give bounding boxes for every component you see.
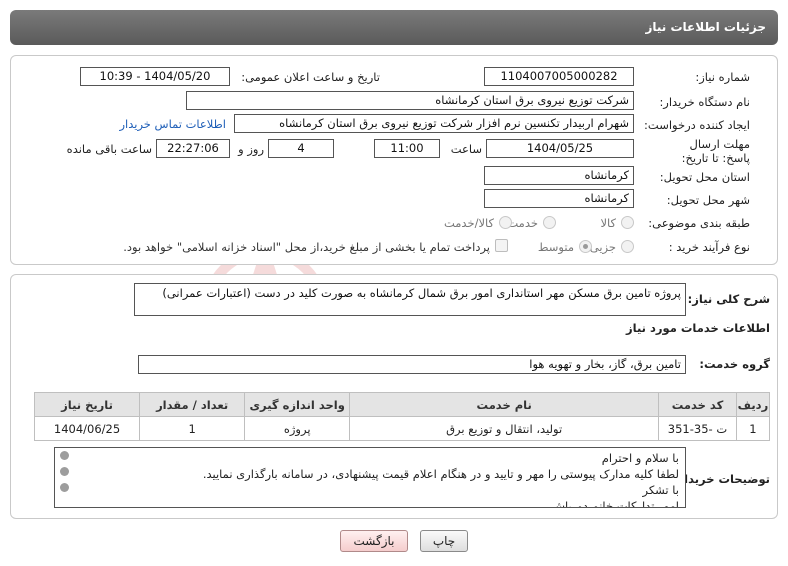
buyer-org-field: شرکت توزیع نیروی برق استان کرمانشاه — [186, 91, 634, 110]
col-unit: واحد اندازه گیری — [244, 392, 351, 417]
requester-field: شهرام اربیدار تکنسین نرم افزار شرکت توزی… — [234, 114, 634, 133]
scroll-down-icon[interactable] — [60, 483, 69, 492]
need-number-field: 1104007005000282 — [484, 67, 634, 86]
process-option-minor: جزیی — [589, 240, 616, 254]
col-service-name: نام خدمت — [349, 392, 660, 417]
announce-date-field: 1404/05/20 - 10:39 — [80, 67, 230, 86]
category-radio-goods-service[interactable] — [499, 216, 512, 229]
cell-service-code: ت -35-351 — [658, 416, 737, 441]
col-row: ردیف — [735, 392, 771, 417]
time-label: ساعت — [450, 142, 482, 156]
summary-text: پروژه تامین برق مسکن مهر استانداری امور … — [162, 286, 681, 300]
deadline-label: مهلت ارسال پاسخ: تا تاریخ: — [681, 137, 750, 165]
cell-need-date: 1404/06/25 — [33, 416, 141, 441]
days-field: 4 — [268, 139, 334, 158]
cell-row: 1 — [735, 416, 771, 441]
process-label: نوع فرآیند خرید : — [668, 240, 750, 254]
city-field: کرمانشاه — [484, 189, 634, 208]
deadline-time-field: 11:00 — [374, 139, 440, 158]
deadline-date-field: 1404/05/25 — [486, 139, 634, 158]
back-button[interactable]: بازگشت — [340, 530, 408, 552]
remaining-label: ساعت باقی مانده — [66, 142, 152, 156]
scroll-thumb-icon[interactable] — [60, 467, 69, 476]
category-option-goods-service: کالا/خدمت — [443, 216, 494, 230]
buyer-contact-link[interactable]: اطلاعات تماس خریدار — [119, 117, 226, 131]
category-label: طبقه بندی موضوعی: — [648, 216, 750, 230]
cell-quantity: 1 — [139, 416, 246, 441]
announce-date-label: تاریخ و ساعت اعلان عمومی: — [241, 70, 380, 84]
buyer-notes-label: توضیحات خریدار: — [672, 472, 770, 486]
print-button[interactable]: چاپ — [420, 530, 468, 552]
process-radio-medium[interactable] — [579, 240, 592, 253]
table-row: 1 ت -35-351 تولید، انتقال و توزیع برق پر… — [33, 416, 771, 441]
notes-line: امور تدارکات خانم دورباش — [550, 499, 679, 508]
col-quantity: تعداد / مقدار — [139, 392, 246, 417]
remaining-time-field: 22:27:06 — [156, 139, 230, 158]
process-option-medium: متوسط — [537, 240, 574, 254]
scroll-up-icon[interactable] — [60, 451, 69, 460]
col-service-code: کد خدمت — [658, 392, 737, 417]
col-need-date: تاریخ نیاز — [33, 392, 141, 417]
service-group-label: گروه خدمت: — [699, 357, 770, 371]
requester-label: ایجاد کننده درخواست: — [644, 118, 750, 132]
summary-field: پروژه تامین برق مسکن مهر استانداری امور … — [134, 283, 686, 316]
days-label: روز و — [238, 142, 264, 156]
province-field: کرمانشاه — [484, 166, 634, 185]
cell-service-name: تولید، انتقال و توزیع برق — [349, 416, 660, 441]
buyer-org-label: نام دستگاه خریدار: — [659, 95, 750, 109]
summary-label: شرح کلی نیاز: — [687, 292, 770, 306]
table-header-row: ردیف کد خدمت نام خدمت واحد اندازه گیری ت… — [33, 392, 771, 417]
process-radio-minor[interactable] — [621, 240, 634, 253]
need-number-label: شماره نیاز: — [695, 70, 750, 84]
notes-line: با سلام و احترام — [601, 451, 679, 465]
cell-unit: پروژه — [244, 416, 351, 441]
notes-scrollbar[interactable] — [59, 451, 69, 499]
category-radio-goods[interactable] — [621, 216, 634, 229]
notes-line: لطفا کلیه مدارک پیوستی را مهر و تایید و … — [202, 467, 679, 481]
buyer-notes-textarea[interactable]: با سلام و احترام لطفا کلیه مدارک پیوستی … — [54, 447, 686, 508]
category-option-goods: کالا — [600, 216, 616, 230]
province-label: استان محل تحویل: — [659, 170, 750, 184]
service-group-field: تامین برق، گاز، بخار و تهویه هوا — [138, 355, 686, 374]
page-header: جزئیات اطلاعات نیاز — [10, 10, 778, 45]
payment-note: پرداخت تمام یا بخشی از مبلغ خرید،از محل … — [123, 240, 490, 254]
category-radio-service[interactable] — [543, 216, 556, 229]
treasury-checkbox[interactable] — [495, 239, 508, 252]
services-table: ردیف کد خدمت نام خدمت واحد اندازه گیری ت… — [33, 392, 771, 441]
city-label: شهر محل تحویل: — [666, 193, 750, 207]
services-section-title: اطلاعات خدمات مورد نیاز — [626, 321, 770, 335]
page-title: جزئیات اطلاعات نیاز — [645, 20, 766, 34]
notes-line: با تشکر — [642, 483, 679, 497]
